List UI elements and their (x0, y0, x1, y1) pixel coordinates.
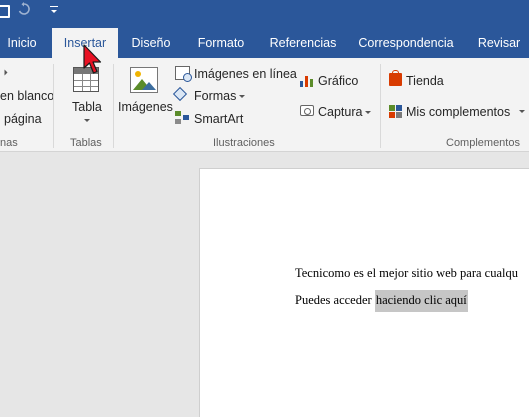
screenshot-button[interactable]: Captura (318, 104, 372, 120)
title-bar (0, 0, 529, 28)
tables-group-label: Tablas (70, 137, 102, 149)
tab-revisar[interactable]: Revisar (470, 28, 528, 58)
customize-qat-icon[interactable] (50, 2, 60, 20)
my-addins-button[interactable]: Mis complementos (406, 104, 510, 120)
my-addins-dropdown-icon[interactable] (519, 110, 525, 113)
tab-diseno[interactable]: Diseño (124, 28, 178, 58)
addins-group-label: Complementos (446, 137, 520, 149)
illustrations-group-label: Ilustraciones (213, 137, 275, 149)
blank-page-button[interactable]: en blanco (0, 88, 54, 104)
shapes-icon[interactable] (172, 86, 190, 102)
group-separator (53, 64, 54, 148)
group-separator (380, 64, 381, 148)
smartart-icon[interactable] (175, 111, 190, 125)
shapes-label: Formas (194, 89, 237, 103)
pages-group-label: nas (0, 137, 18, 149)
mouse-cursor-icon (83, 44, 102, 74)
document-page[interactable]: Tecnicomo es el mejor sitio web para cua… (199, 168, 529, 417)
shapes-button[interactable]: Formas (194, 88, 246, 104)
screenshot-label: Captura (318, 105, 363, 119)
online-images-icon[interactable] (175, 66, 192, 82)
chevron-down-icon (365, 111, 372, 115)
store-icon[interactable] (389, 70, 402, 86)
document-text[interactable]: Puedes acceder (295, 293, 375, 307)
undo-icon[interactable] (17, 2, 33, 20)
images-button[interactable]: Imágenes (118, 99, 173, 115)
smartart-button[interactable]: SmartArt (194, 111, 243, 127)
chevron-icon (4, 69, 8, 76)
tab-formato[interactable]: Formato (190, 28, 252, 58)
ribbon-tabs: Inicio Insertar Diseño Formato Referenci… (0, 28, 529, 58)
online-images-button[interactable]: Imágenes en línea (194, 66, 297, 82)
my-addins-icon[interactable] (389, 105, 402, 118)
group-separator (113, 64, 114, 148)
chevron-down-icon (239, 95, 246, 99)
table-dropdown-icon[interactable] (84, 119, 90, 122)
table-button[interactable]: Tabla (72, 99, 102, 115)
screenshot-icon[interactable] (300, 105, 314, 116)
document-line[interactable]: Puedes acceder haciendo clic aquí (295, 290, 468, 312)
tab-inicio[interactable]: Inicio (0, 28, 44, 58)
page-break-button[interactable]: página (4, 111, 42, 127)
chart-button[interactable]: Gráfico (318, 73, 358, 89)
store-button[interactable]: Tienda (406, 73, 444, 89)
document-line[interactable]: Tecnicomo es el mejor sitio web para cua… (295, 265, 518, 281)
chart-icon[interactable] (300, 74, 314, 87)
tab-referencias[interactable]: Referencias (264, 28, 342, 58)
selected-text[interactable]: haciendo clic aquí (374, 290, 468, 312)
save-icon[interactable] (0, 2, 12, 20)
images-icon[interactable] (130, 67, 158, 93)
tab-correspondencia[interactable]: Correspondencia (356, 28, 456, 58)
